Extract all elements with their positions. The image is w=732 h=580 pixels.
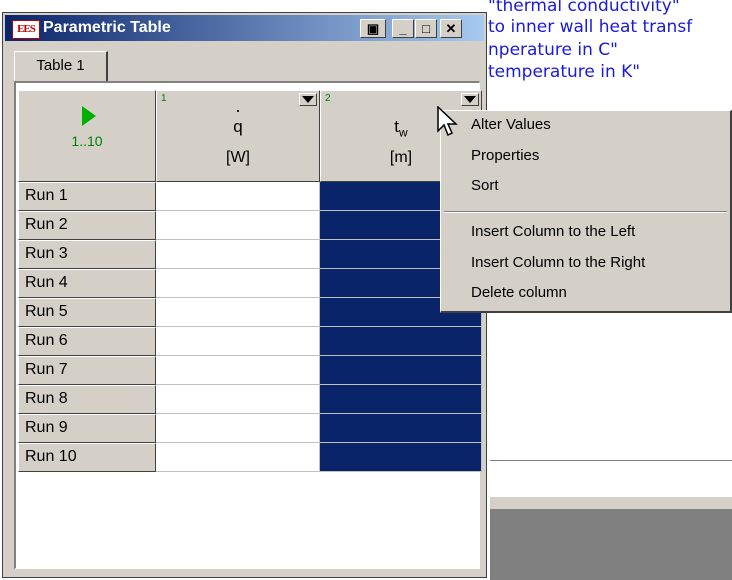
equation-line[interactable]: temperature in K" <box>488 62 640 82</box>
table-cell-q[interactable] <box>156 327 320 356</box>
mouse-pointer-icon <box>437 106 458 137</box>
table-cell-tw-selected[interactable] <box>320 327 482 356</box>
menu-separator <box>444 211 727 213</box>
variable-subscript: w <box>399 125 408 140</box>
table-cell-q[interactable] <box>156 211 320 240</box>
row-header[interactable]: Run 3 <box>18 240 156 269</box>
play-icon <box>82 106 96 126</box>
row-header[interactable]: Run 8 <box>18 385 156 414</box>
table-cell-tw-selected[interactable] <box>320 356 482 385</box>
menu-item-properties[interactable]: Properties <box>471 147 539 164</box>
row-header[interactable]: Run 2 <box>18 211 156 240</box>
table-cell-q[interactable] <box>156 269 320 298</box>
menu-item-alter-values[interactable]: Alter Values <box>471 116 551 133</box>
variable-name: q <box>233 117 243 136</box>
title-bar[interactable]: EES Parametric Table ▣ _ □ ✕ <box>5 15 484 41</box>
table-cell-tw-selected[interactable] <box>320 414 482 443</box>
menu-item-insert-right[interactable]: Insert Column to the Right <box>471 254 645 271</box>
table-cell-q[interactable] <box>156 240 320 269</box>
run-range-label: 1..10 <box>71 133 103 149</box>
table-cell-tw-selected[interactable] <box>320 443 482 472</box>
table-cell-q[interactable] <box>156 443 320 472</box>
status-strip <box>490 497 732 509</box>
empty-area <box>490 509 732 580</box>
column-number: 2 <box>325 93 331 104</box>
row-header[interactable]: Run 7 <box>18 356 156 385</box>
column-unit: [W] <box>226 149 250 166</box>
rate-dot: . <box>235 96 241 116</box>
table-cell-q[interactable] <box>156 385 320 414</box>
table-cell-tw-selected[interactable] <box>320 385 482 414</box>
row-header[interactable]: Run 5 <box>18 298 156 327</box>
equation-line[interactable]: "thermal conductivity" <box>488 0 680 16</box>
menu-item-insert-left[interactable]: Insert Column to the Left <box>471 223 635 240</box>
table-options-button[interactable]: ▣ <box>360 19 386 38</box>
table-cell-q[interactable] <box>156 182 320 211</box>
close-button[interactable]: ✕ <box>440 19 462 38</box>
column-dropdown-button[interactable] <box>461 93 479 106</box>
menu-item-sort[interactable]: Sort <box>471 177 499 194</box>
row-header[interactable]: Run 4 <box>18 269 156 298</box>
equation-line[interactable]: nperature in C" <box>488 40 618 60</box>
equation-line[interactable]: to inner wall heat transf <box>488 17 692 37</box>
column-dropdown-button[interactable] <box>299 93 317 106</box>
table-cell-q[interactable] <box>156 414 320 443</box>
column-variable: q <box>157 117 319 137</box>
column-context-menu: Alter Values Properties Sort Insert Colu… <box>440 110 732 313</box>
row-header[interactable]: Run 9 <box>18 414 156 443</box>
menu-item-delete-column[interactable]: Delete column <box>471 284 567 301</box>
table-cell-q[interactable] <box>156 356 320 385</box>
tab-table-1[interactable]: Table 1 <box>14 51 108 81</box>
row-header[interactable]: Run 10 <box>18 443 156 472</box>
ees-app-icon[interactable]: EES <box>12 20 40 39</box>
table-cell-q[interactable] <box>156 298 320 327</box>
minimize-button[interactable]: _ <box>392 19 414 38</box>
row-header[interactable]: Run 6 <box>18 327 156 356</box>
run-table-button[interactable]: 1..10 <box>18 90 156 182</box>
divider <box>490 460 732 461</box>
row-header[interactable]: Run 1 <box>18 182 156 211</box>
maximize-button[interactable]: □ <box>415 19 437 38</box>
column-header-q[interactable]: 1 . q [W] <box>156 90 320 182</box>
window-title: Parametric Table <box>43 19 171 36</box>
